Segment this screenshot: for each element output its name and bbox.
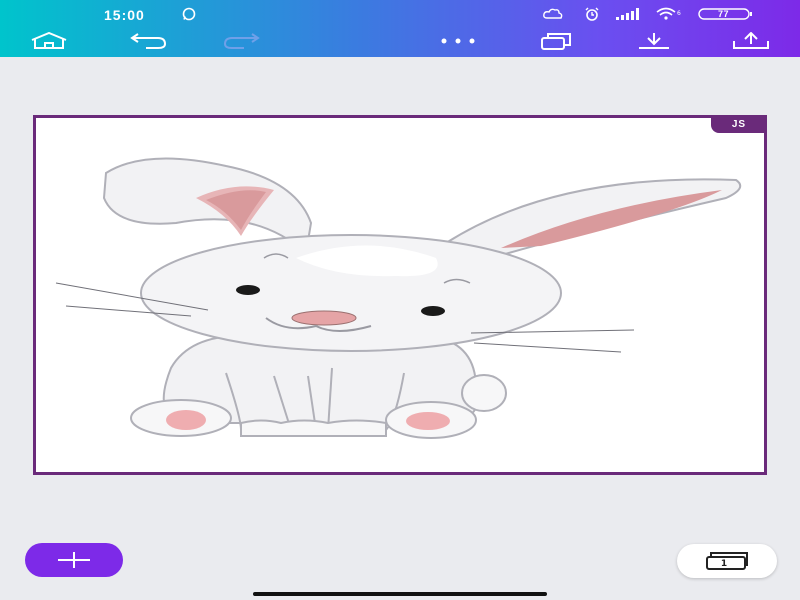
redo-button[interactable] — [222, 28, 262, 54]
more-button[interactable] — [438, 28, 478, 54]
top-bar: 15:00 6 77 — [0, 0, 800, 57]
whatsapp-icon — [182, 6, 196, 22]
alarm-icon — [583, 6, 601, 22]
share-icon — [733, 32, 769, 49]
home-button[interactable] — [29, 28, 69, 54]
svg-text:6: 6 — [677, 10, 681, 17]
design-canvas[interactable]: JS — [33, 115, 767, 475]
status-time: 15:00 — [104, 7, 145, 23]
add-element-button[interactable] — [25, 543, 123, 577]
page-count: 1 — [720, 559, 728, 569]
home-icon — [31, 32, 67, 49]
copy-button[interactable] — [536, 28, 576, 54]
more-icon — [441, 38, 475, 44]
plus-icon — [58, 552, 90, 568]
cloud-icon — [542, 6, 564, 22]
copy-icon — [541, 33, 571, 50]
home-indicator — [253, 592, 547, 596]
share-button[interactable] — [731, 28, 771, 54]
redo-icon — [223, 33, 260, 49]
undo-icon — [130, 33, 167, 49]
wifi-icon: 6 — [655, 6, 689, 22]
undo-button[interactable] — [128, 28, 168, 54]
bunny-illustration[interactable] — [36, 118, 764, 472]
signal-icon — [616, 6, 644, 22]
download-button[interactable] — [634, 28, 674, 54]
battery-level: 77 — [718, 9, 730, 19]
pages-button[interactable]: 1 — [677, 544, 777, 578]
download-icon — [639, 33, 669, 49]
